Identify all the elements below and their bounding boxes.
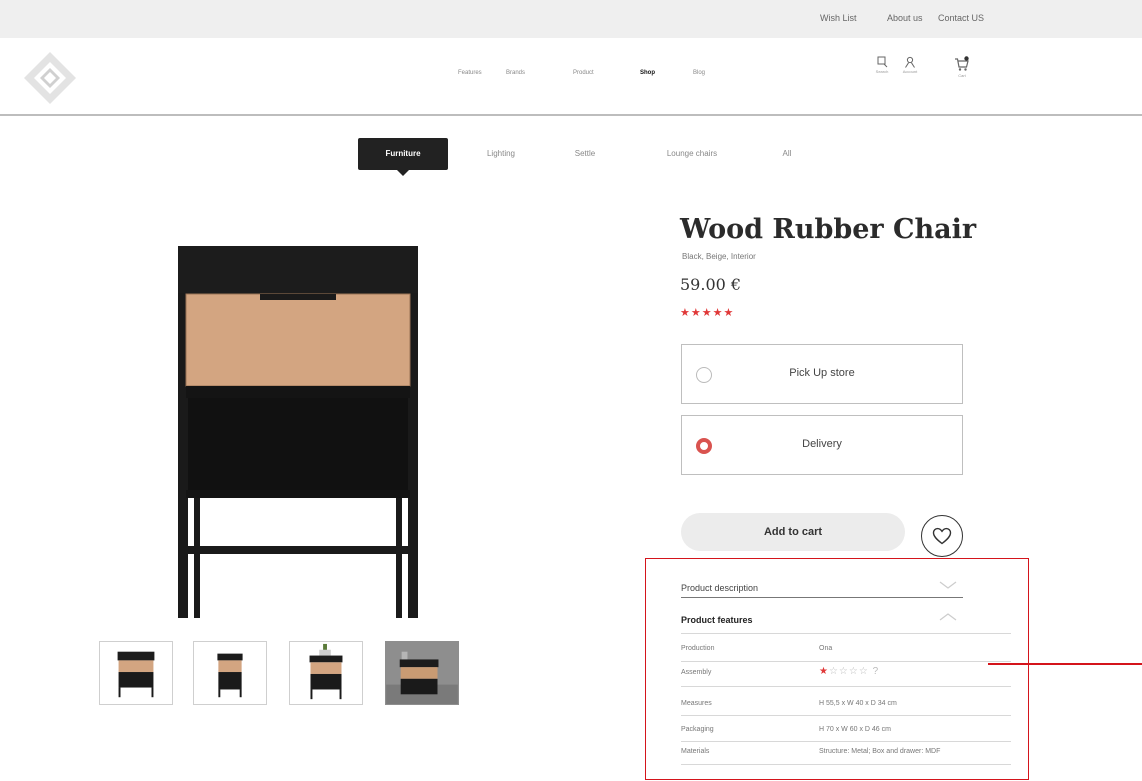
cart-button[interactable]: Cart [950,56,974,78]
product-title: Wood Rubber Chair [680,214,977,245]
contact-us-link[interactable]: Contact US [938,13,984,23]
tab-settle[interactable]: Settle [562,138,608,170]
account-label: Account [902,69,918,74]
user-icon [905,56,915,68]
cart-label: Cart [958,73,966,78]
search-button[interactable]: Search [870,56,894,74]
annotation-callout-line [988,663,1142,665]
search-label: Search [875,69,889,74]
nav-item-product[interactable]: Product [573,70,594,76]
tab-all[interactable]: All [772,138,802,170]
pickup-store-option[interactable]: Pick Up store [681,344,963,404]
search-icon [877,56,888,68]
nightstand-room-thumbnail-image [386,642,458,704]
nightstand-thumbnail-image [217,653,243,698]
nav-item-blog[interactable]: Blog [693,70,705,76]
delivery-option[interactable]: Delivery [681,415,963,475]
product-price: 59.00 € [680,275,742,294]
wish-list-link[interactable]: Wish List [820,13,857,23]
category-tabs: Furniture Lighting Settle Lounge chairs … [0,138,1142,178]
product-thumbnail-1[interactable] [99,641,173,705]
nightstand-thumbnail-image [309,643,343,700]
wishlist-button[interactable] [921,515,963,557]
product-rating-stars: ★★★★★ [680,307,735,319]
product-main-image [178,246,418,618]
brand-logo[interactable] [22,50,78,106]
nightstand-thumbnail-image [117,651,155,698]
site-header: Features Brands Product Shop Blog Search… [0,38,1142,116]
pickup-store-label: Pick Up store [789,367,855,379]
nav-item-features[interactable]: Features [458,70,482,76]
tab-lighting[interactable]: Lighting [472,138,530,170]
tab-furniture[interactable]: Furniture [358,138,448,176]
product-subtitle: Black, Beige, Interior [682,252,756,261]
product-thumbnail-4[interactable] [385,641,459,705]
heart-icon [932,527,952,545]
annotation-highlight-box [645,558,1029,780]
cart-icon [955,56,969,71]
account-button[interactable]: Account [898,56,922,74]
about-us-link[interactable]: About us [887,13,923,23]
top-utility-bar: Wish List About us Contact US [0,0,1142,38]
nav-item-shop[interactable]: Shop [640,70,655,76]
delivery-label: Delivery [802,438,842,450]
tab-lounge-chairs[interactable]: Lounge chairs [646,138,738,170]
nav-item-brands[interactable]: Brands [506,70,525,76]
product-thumbnail-2[interactable] [193,641,267,705]
product-thumbnail-3[interactable] [289,641,363,705]
add-to-cart-button[interactable]: Add to cart [681,513,905,551]
